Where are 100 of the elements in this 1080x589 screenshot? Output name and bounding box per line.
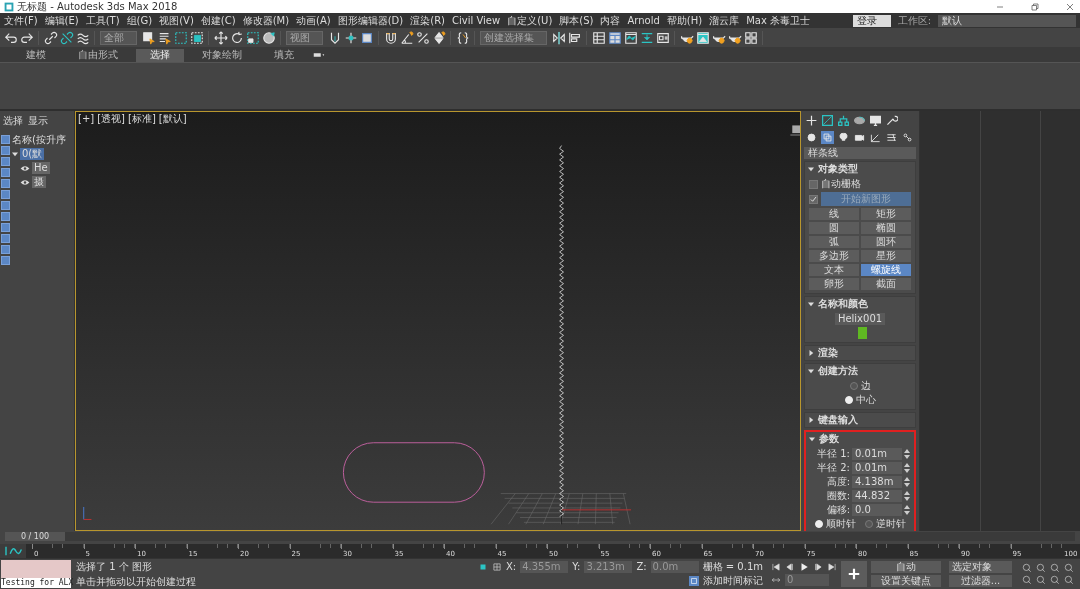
monitor-icon[interactable] [869, 114, 882, 127]
ribbon-tab[interactable]: 自由形式 [64, 48, 132, 62]
curve-editor-icon[interactable] [624, 30, 638, 45]
number-field[interactable]: 0.0 [852, 504, 902, 516]
table-icon[interactable] [592, 30, 606, 45]
menu-item[interactable]: 文件(F) [4, 14, 38, 27]
time-config-icon[interactable] [771, 575, 781, 585]
number-field[interactable]: 44.832 [852, 490, 902, 502]
spinner-icon[interactable] [904, 463, 910, 473]
viewport-label[interactable]: [透视] [97, 113, 125, 125]
spinner-icon[interactable] [904, 491, 910, 501]
viewport-label[interactable]: [默认] [158, 113, 187, 125]
shape-button[interactable]: 星形 [861, 250, 911, 262]
menu-item[interactable]: 动画(A) [296, 14, 331, 27]
key-filters-button[interactable]: 过滤器... [949, 575, 1012, 587]
menu-item[interactable]: 内容 [600, 14, 621, 27]
ribbon-tab[interactable]: 建模 [12, 48, 60, 62]
space-warp-icon[interactable] [885, 131, 898, 144]
shape-button[interactable]: 线 [809, 208, 859, 220]
add-time-tag-link[interactable]: 添加时间标记 [703, 575, 763, 587]
key-target-dropdown[interactable]: 选定对象 [949, 561, 1012, 573]
account-dropdown[interactable]: 登录 [852, 14, 891, 27]
time-slider-thumb[interactable]: 0 / 100 [5, 532, 65, 541]
eye-icon[interactable] [20, 178, 30, 186]
explorer-menu-item[interactable]: 选择 [3, 115, 23, 127]
rollout-header[interactable]: 键盘输入 [805, 413, 915, 427]
angle-icon[interactable] [400, 30, 414, 45]
restore-icon[interactable] [1029, 0, 1041, 13]
number-field[interactable]: 0.01m [852, 462, 902, 474]
menu-item[interactable]: 编辑(E) [44, 14, 79, 27]
window-crossing-icon[interactable] [190, 30, 204, 45]
next-frame-icon[interactable] [813, 562, 823, 572]
rollout-header[interactable]: 参数 [806, 432, 914, 446]
create-icon[interactable] [805, 114, 818, 127]
absolute-mode-icon[interactable] [492, 562, 502, 572]
viewcube-icon[interactable] [789, 125, 800, 136]
link-icon[interactable] [44, 30, 58, 45]
category-dropdown[interactable]: 样条线 [804, 147, 916, 159]
radio-button[interactable] [864, 520, 873, 528]
set-key-mode-button[interactable]: 设置关键点 [871, 575, 941, 587]
unlink-icon[interactable] [60, 30, 74, 45]
spinner-icon[interactable] [432, 30, 446, 45]
light-icon[interactable] [837, 131, 850, 144]
square-icon[interactable] [360, 30, 374, 45]
select-icon[interactable] [142, 30, 156, 45]
layout-icon[interactable] [608, 30, 622, 45]
shape-button[interactable]: 圆环 [861, 236, 911, 248]
magnet-icon[interactable] [384, 30, 398, 45]
mirror-icon[interactable] [552, 30, 566, 45]
redo-icon[interactable] [20, 30, 34, 45]
radio-button[interactable] [849, 382, 858, 390]
number-field[interactable]: 0.01m [852, 448, 902, 460]
menu-item[interactable]: 脚本(S) [559, 14, 594, 27]
menu-item[interactable]: 修改器(M) [242, 14, 290, 27]
helix-shape[interactable] [559, 145, 564, 517]
shape-button[interactable]: 卵形 [809, 278, 859, 290]
selection-lock-icon[interactable] [478, 562, 488, 572]
render-frame-icon[interactable] [696, 30, 710, 45]
curve-box-icon[interactable] [821, 114, 834, 127]
number-field[interactable]: 4.138m [852, 476, 902, 488]
shape-button[interactable]: 文本 [809, 264, 859, 276]
menu-item[interactable]: 创建(C) [200, 14, 236, 27]
viewport-label[interactable]: [+] [78, 113, 95, 125]
checkbox[interactable] [809, 194, 818, 204]
wrench-icon[interactable] [885, 114, 898, 127]
wave-icon[interactable] [76, 30, 90, 45]
color-swatch[interactable] [857, 327, 867, 339]
previous-frame-icon[interactable] [785, 562, 795, 572]
toolbar-dropdown[interactable]: 视图 [286, 30, 323, 45]
dope-sheet-icon[interactable] [640, 30, 654, 45]
ribbon-tab[interactable]: 选择 [136, 48, 184, 62]
shape-button[interactable]: 椭圆 [861, 222, 911, 234]
move-icon[interactable] [214, 30, 228, 45]
rollout-header[interactable]: 创建方法 [805, 364, 915, 378]
shape-button[interactable]: 矩形 [861, 208, 911, 220]
viewport[interactable]: [+] [透视] [标准] [默认] [75, 111, 801, 531]
crosshair-icon[interactable] [344, 30, 358, 45]
curve-editor-icon[interactable] [0, 544, 26, 558]
workspace-dropdown[interactable]: 默认 [938, 14, 1076, 27]
systems-icon[interactable] [901, 131, 914, 144]
undo-icon[interactable] [4, 30, 18, 45]
time-slider[interactable]: 0 / 100 [5, 532, 1075, 541]
zoom-icon[interactable] [1022, 563, 1032, 573]
toolbar-dropdown[interactable]: 创建选择集 [480, 30, 547, 45]
menu-item[interactable]: Civil View [452, 14, 501, 27]
play-icon[interactable] [799, 562, 809, 572]
spinner-icon[interactable] [904, 505, 910, 515]
rollout-header[interactable]: 名称和颜色 [805, 297, 915, 311]
schematic-icon[interactable] [656, 30, 670, 45]
align-icon[interactable] [568, 30, 582, 45]
menu-item[interactable]: 工具(T) [85, 14, 120, 27]
hierarchy-icon[interactable] [837, 114, 850, 127]
dashed-rectangle-icon[interactable] [174, 30, 188, 45]
menu-item[interactable]: 帮助(H) [666, 14, 703, 27]
set-key-button[interactable] [841, 561, 867, 587]
rotate-icon[interactable] [230, 30, 244, 45]
motion-icon[interactable] [853, 114, 866, 127]
shape-button[interactable]: 截面 [861, 278, 911, 290]
menu-item[interactable]: Max 杀毒卫士 [746, 14, 810, 27]
expand-caret-icon[interactable] [12, 151, 18, 157]
